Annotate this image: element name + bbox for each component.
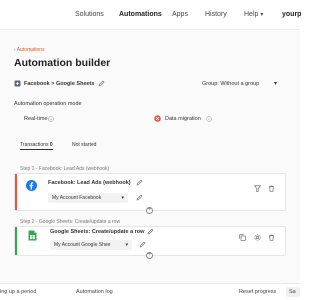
trash-icon[interactable] [268, 234, 275, 241]
chevron-down-icon[interactable]: ▾ [274, 80, 277, 87]
add-step-button[interactable]: + [146, 207, 153, 214]
chevron-down-icon: ▾ [260, 12, 264, 18]
nav-item-automations[interactable]: Automations [119, 11, 162, 18]
user-menu[interactable]: yourp [282, 11, 301, 18]
page-title: Automation builder [14, 57, 111, 69]
back-link[interactable]: ‹ Automations [14, 47, 45, 53]
step-caption: Step 1 - Facebook: Lead Ads (webhook) [20, 166, 110, 172]
step-stripe [15, 227, 17, 255]
migration-status-icon[interactable] [154, 115, 161, 122]
nav-item-apps[interactable]: Apps [172, 11, 188, 18]
pencil-icon[interactable] [136, 179, 143, 186]
footer-toolbar: ing up a period Automation log Reset pro… [0, 283, 300, 300]
mode-migration-label[interactable]: Data migration [165, 116, 201, 122]
automation-log-link[interactable]: Automation log [76, 289, 113, 295]
gear-icon[interactable] [254, 234, 261, 241]
step-card[interactable] [14, 173, 286, 211]
nav-item-history[interactable]: History [205, 11, 227, 18]
automation-name: Facebook > Google Sheets [24, 81, 95, 87]
pencil-icon[interactable] [136, 194, 143, 201]
filter-icon[interactable] [254, 185, 261, 192]
info-icon[interactable] [206, 116, 212, 122]
automation-icon [14, 80, 21, 87]
info-icon[interactable] [48, 116, 54, 122]
pencil-icon[interactable] [147, 228, 154, 235]
nav-item-solutions[interactable]: Solutions [75, 11, 104, 18]
copy-icon[interactable] [239, 234, 246, 241]
nav-item-help[interactable]: Help ▾ [244, 11, 263, 18]
transactions-label: Transactions [20, 142, 49, 148]
group-select[interactable]: Group: Without a group [202, 81, 259, 87]
trash-icon[interactable] [268, 185, 275, 192]
step-name: Facebook: Lead Ads (webhook) [48, 180, 131, 186]
step-caption: Step 2 - Google Sheets: Create/update a … [20, 219, 121, 225]
account-select-value: My Account Facebook [52, 195, 102, 201]
facebook-icon [26, 180, 37, 191]
mode-realtime-label[interactable]: Real-time [24, 116, 48, 122]
step-stripe [15, 174, 17, 210]
pencil-icon[interactable] [139, 241, 146, 248]
chevron-down-icon: ▾ [121, 195, 124, 201]
account-select[interactable]: My Account Google Shee ▾ [50, 240, 132, 250]
mode-heading: Automation operation mode [14, 101, 82, 107]
tab-transactions[interactable]: Transactions 0 [20, 142, 53, 150]
footer-period-button[interactable]: ing up a period [0, 289, 36, 295]
add-step-button[interactable]: + [146, 252, 153, 259]
chevron-down-icon: ▾ [125, 242, 128, 248]
nav-help-label: Help [244, 11, 259, 18]
save-button[interactable]: Sa [286, 287, 300, 297]
top-navigation-bar: Solutions Automations Apps History Help … [0, 0, 301, 30]
google-sheets-icon [28, 230, 37, 241]
pencil-icon[interactable] [98, 80, 105, 87]
reset-progress-button[interactable]: Reset progress [239, 289, 276, 295]
account-select[interactable]: My Account Facebook ▾ [48, 193, 128, 203]
account-select-value: My Account Google Shee [54, 242, 111, 248]
status-badge: Not started [72, 142, 97, 148]
step-name: Google Sheets: Create/update a row [50, 229, 145, 235]
transactions-count: 0 [49, 142, 53, 148]
